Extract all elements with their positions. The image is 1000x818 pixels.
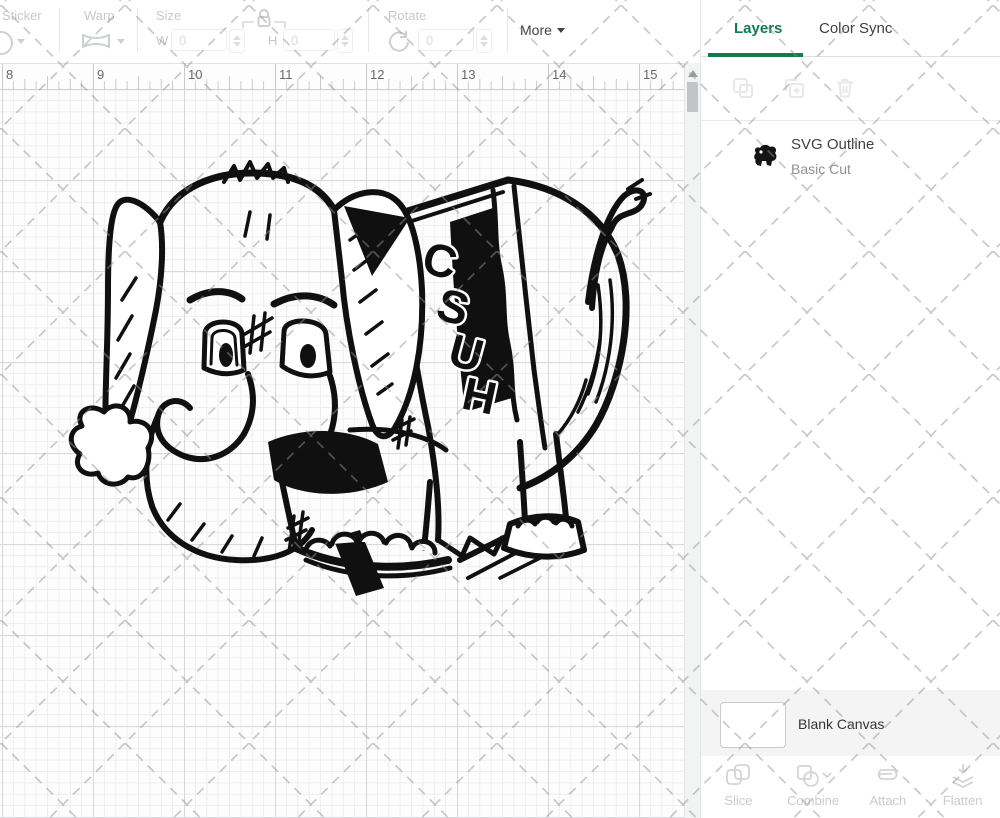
scroll-up-arrow-icon[interactable] [688, 70, 698, 77]
combine-icon [794, 762, 832, 790]
rotate-stepper[interactable] [476, 29, 492, 53]
rotate-label: Rotate [388, 8, 426, 23]
more-caret-down-icon [557, 28, 565, 33]
slice-icon [724, 762, 752, 790]
sticker-caret-down-icon[interactable] [17, 39, 25, 44]
attach-icon [873, 762, 903, 790]
elephant-line-art: C S U H [71, 162, 650, 596]
toolbar-divider [59, 8, 60, 52]
layer-actions-row [701, 58, 1000, 121]
warp-label: Warp [84, 8, 115, 23]
width-stepper[interactable] [229, 29, 245, 53]
canvas-background-row[interactable]: Blank Canvas [701, 690, 1000, 756]
layer-thumbnail [751, 143, 781, 169]
rotate-input[interactable]: 0 [418, 29, 474, 51]
ruler-number: 8 [6, 67, 13, 82]
toolbar-divider [368, 8, 369, 52]
slice-label: Slice [724, 793, 752, 808]
attach-label: Attach [869, 793, 906, 808]
warp-icon[interactable] [80, 31, 112, 51]
panel-tabs: Layers Color Sync [701, 0, 1000, 58]
lock-icon[interactable] [256, 8, 272, 28]
sticker-label: Sticker [2, 8, 42, 23]
design-canvas[interactable]: C S U H [0, 90, 684, 818]
canvas-color-swatch[interactable] [720, 702, 786, 748]
height-stepper[interactable] [337, 29, 353, 53]
slice-button[interactable]: Slice [701, 756, 776, 818]
more-label: More [520, 22, 552, 38]
ruler-number: 10 [188, 67, 202, 82]
more-button[interactable]: More [520, 22, 565, 38]
layer-list-item[interactable]: SVG Outline Basic Cut [701, 122, 1000, 188]
ruler-number: 12 [370, 67, 384, 82]
flatten-icon [949, 762, 977, 790]
canvas-background-label: Blank Canvas [798, 716, 884, 732]
tab-color-sync[interactable]: Color Sync [819, 20, 892, 37]
flatten-button[interactable]: Flatten [925, 756, 1000, 818]
sticker-icon[interactable] [0, 31, 13, 55]
combine-label: Combine [787, 793, 839, 808]
group-layers-icon[interactable] [731, 76, 755, 100]
rotate-icon[interactable] [386, 29, 412, 53]
size-label: Size [156, 8, 181, 23]
duplicate-layer-icon[interactable] [782, 76, 806, 100]
edit-toolbar: Sticker Warp Size W 0 H 0 Rotate 0 More [0, 0, 700, 63]
tab-layers[interactable]: Layers [734, 20, 782, 37]
ruler-number: 13 [461, 67, 475, 82]
ruler-number: 9 [97, 67, 104, 82]
ruler-number: 15 [643, 67, 657, 82]
layers-panel: Layers Color Sync SVG Outline Basic Cut [700, 0, 1000, 818]
combine-button[interactable]: Combine [776, 756, 851, 818]
vertical-scrollbar[interactable] [684, 63, 700, 818]
toolbar-divider [137, 8, 138, 52]
layer-linetype: Basic Cut [791, 161, 851, 177]
delete-layer-icon[interactable] [833, 76, 857, 100]
ruler-number: 14 [552, 67, 566, 82]
active-tab-underline [708, 53, 803, 57]
height-field-label: H [268, 33, 277, 48]
width-field-label: W [156, 33, 168, 48]
toolbar-divider [507, 8, 508, 52]
horizontal-ruler: 8 9 10 11 12 13 14 15 [0, 63, 684, 90]
flatten-label: Flatten [943, 793, 983, 808]
warp-caret-down-icon[interactable] [117, 39, 125, 44]
width-input[interactable]: 0 [171, 29, 227, 51]
canvas-artwork-elephant[interactable]: C S U H [0, 90, 684, 818]
bottom-actions-bar: Slice Combine Attach Flatten [701, 756, 1000, 818]
scrollbar-thumb[interactable] [687, 82, 698, 112]
layer-title: SVG Outline [791, 136, 874, 153]
height-input[interactable]: 0 [283, 29, 335, 51]
ruler-number: 11 [279, 67, 293, 82]
attach-button[interactable]: Attach [851, 756, 926, 818]
